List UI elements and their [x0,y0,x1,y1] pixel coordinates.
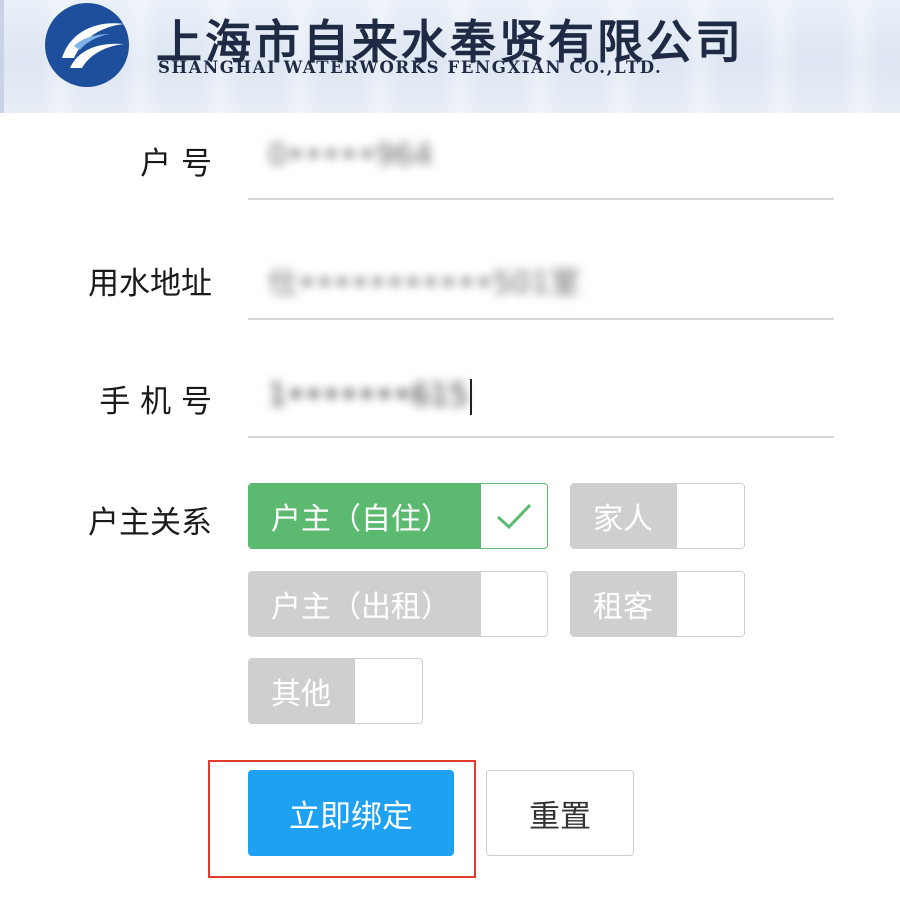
address-label: 用水地址 [88,266,212,302]
phone-label: 手 机 号 [99,384,212,420]
address-value: 仕•••••••••••501室 [268,266,580,301]
option-checkbox [677,484,744,548]
account-field[interactable]: 0•••••964 [248,130,834,200]
option-label: 家人 [571,484,677,548]
checkmark-icon [496,503,532,530]
text-caret [470,378,473,415]
phone-value-wrap: 1•••••••615 [268,378,473,415]
company-logo-icon [45,3,129,87]
header-banner: 上海市自来水奉贤有限公司 SHANGHAI WATERWORKS FENGXIA… [0,0,900,113]
bind-now-button[interactable]: 立即绑定 [248,770,454,856]
option-label: 户主（自住） [249,484,481,548]
relation-option-other[interactable]: 其他 [248,658,423,724]
account-label: 户 号 [140,146,212,182]
company-name-en: SHANGHAI WATERWORKS FENGXIAN CO.,LTD. [158,58,663,77]
option-checkbox [677,572,744,636]
option-label: 租客 [571,572,677,636]
phone-field[interactable]: 1•••••••615 [248,368,834,438]
relation-option-family[interactable]: 家人 [570,483,745,549]
account-value: 0•••••964 [268,138,433,173]
option-label: 户主（出租） [249,572,481,636]
option-checkbox [481,484,547,548]
reset-button[interactable]: 重置 [486,770,634,856]
header-edge [0,0,4,113]
option-label: 其他 [249,659,355,723]
phone-value: 1•••••••615 [268,378,469,413]
address-field[interactable]: 仕•••••••••••501室 [248,250,834,320]
relation-option-owner-self[interactable]: 户主（自住） [248,483,548,549]
relation-option-tenant[interactable]: 租客 [570,571,745,637]
option-checkbox [481,572,547,636]
relation-label: 户主关系 [88,505,212,541]
option-checkbox [355,659,422,723]
relation-option-owner-rent[interactable]: 户主（出租） [248,571,548,637]
